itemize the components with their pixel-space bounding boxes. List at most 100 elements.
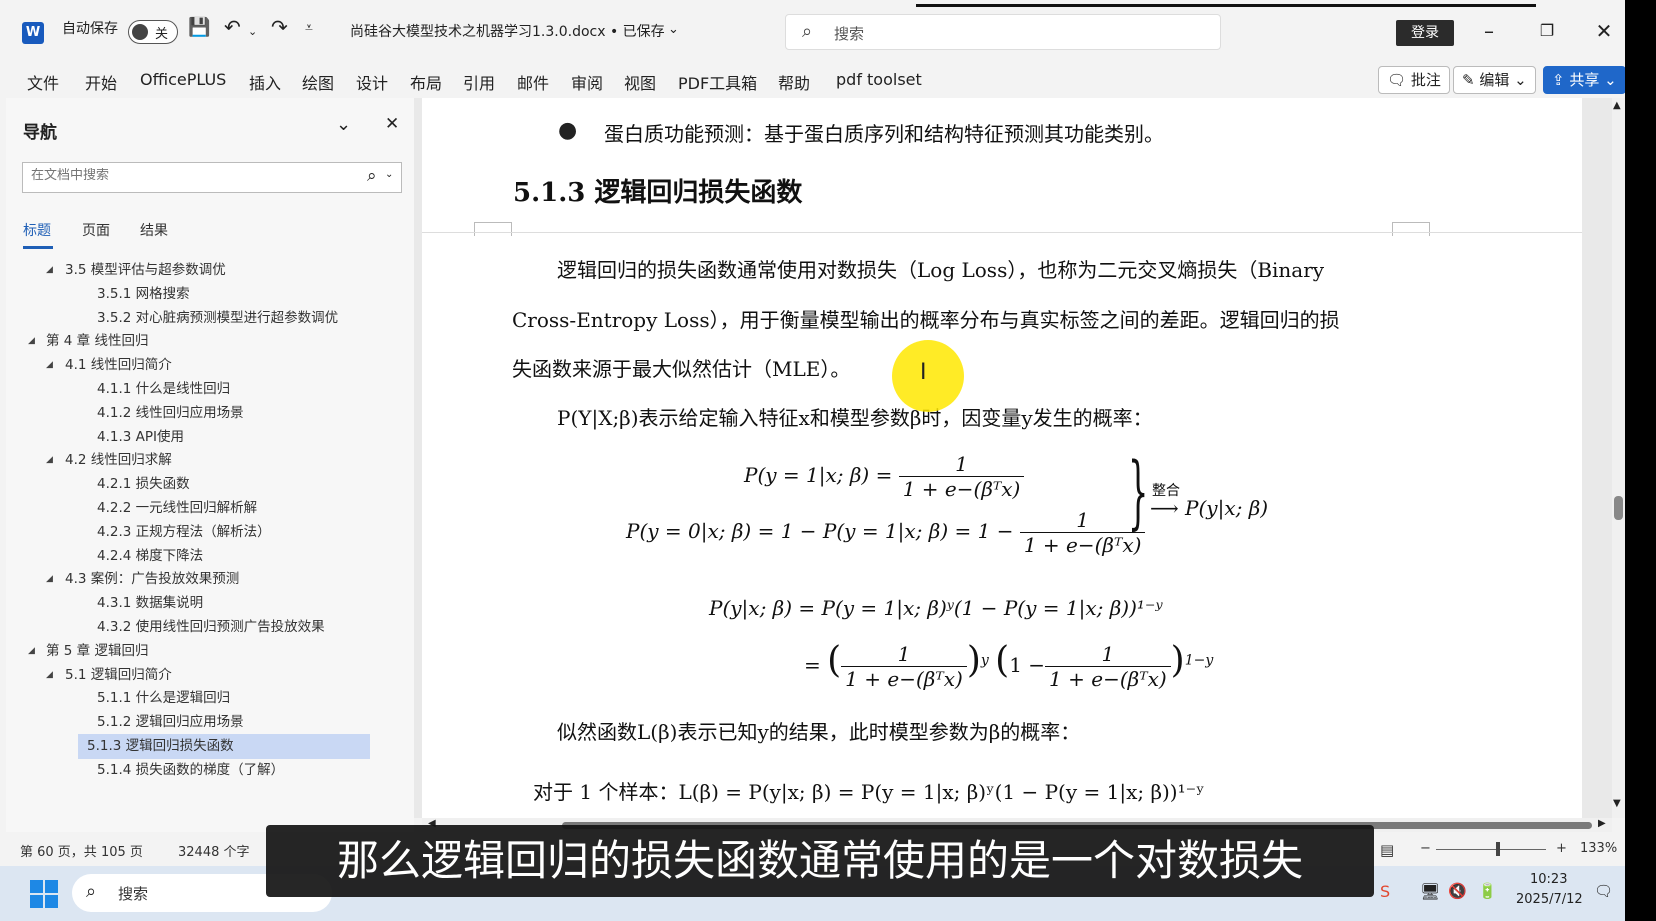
nav-heading-item[interactable]: 4.2.4 梯度下降法 xyxy=(6,544,396,569)
customize-toolbar-icon[interactable]: ⩡ xyxy=(305,20,313,36)
nav-heading-label: 4.1 线性回归简介 xyxy=(65,357,172,374)
edit-button[interactable]: ✎ 编辑 ⌄ xyxy=(1453,66,1536,94)
zoom-out-icon[interactable]: − xyxy=(1420,841,1431,856)
nav-heading-item[interactable]: ◢ 5.1 逻辑回归简介 xyxy=(6,663,396,688)
nav-search-field[interactable]: ⌕ ⌄ xyxy=(22,162,402,193)
top-edge-line xyxy=(916,4,1536,7)
undo-icon[interactable]: ↶ xyxy=(224,15,241,39)
volume-muted-icon[interactable]: 🔇 xyxy=(1448,882,1467,900)
windows-start-icon[interactable] xyxy=(30,880,58,908)
expand-caret-icon[interactable]: ◢ xyxy=(28,639,35,664)
nav-tab-results[interactable]: 结果 xyxy=(140,220,168,240)
nav-heading-item[interactable]: 4.1.2 线性回归应用场景 xyxy=(6,401,396,426)
page-info[interactable]: 第 60 页，共 105 页 xyxy=(20,841,143,860)
tab-mailings[interactable]: 邮件 xyxy=(517,70,549,94)
nav-heading-item[interactable]: ◢ 4.1 线性回归简介 xyxy=(6,353,396,378)
autosave-toggle[interactable]: 关 xyxy=(128,20,178,44)
nav-tab-headings[interactable]: 标题 xyxy=(23,220,51,240)
nav-heading-item[interactable]: 3.5.2 对心脏病预测模型进行超参数调优 xyxy=(6,306,396,331)
nav-heading-item[interactable]: 4.2.2 一元线性回归解析解 xyxy=(6,496,396,521)
clock-time[interactable]: 10:23 xyxy=(1530,872,1567,887)
tab-pdf-toolbox[interactable]: PDF工具箱 xyxy=(678,70,757,94)
scroll-down-icon[interactable]: ▼ xyxy=(1613,798,1621,809)
search-options-chevron-icon[interactable]: ⌄ xyxy=(385,169,393,180)
nav-heading-item[interactable]: 3.5.1 网格搜索 xyxy=(6,282,396,307)
undo-dropdown-icon[interactable]: ⌄ xyxy=(248,25,257,38)
nav-options-chevron-icon[interactable]: ⌄ xyxy=(336,114,351,135)
tab-design[interactable]: 设计 xyxy=(356,70,388,94)
tab-layout[interactable]: 布局 xyxy=(410,70,442,94)
document-title[interactable]: 尚硅谷大模型技术之机器学习1.3.0.docx • 已保存 xyxy=(350,21,665,41)
tab-pdf-toolset[interactable]: pdf toolset xyxy=(836,70,922,89)
section-heading: 5.1.3 逻辑回归损失函数 xyxy=(513,178,803,208)
nav-heading-item[interactable]: ◢ 第 5 章 逻辑回归 xyxy=(6,639,396,664)
share-button[interactable]: ⇪ 共享 ⌄ xyxy=(1543,66,1626,94)
tab-officeplus[interactable]: OfficePLUS xyxy=(140,70,226,89)
nav-tab-pages[interactable]: 页面 xyxy=(82,220,110,240)
nav-search-input[interactable] xyxy=(31,168,351,183)
zoom-slider-thumb[interactable] xyxy=(1496,842,1500,856)
tab-home[interactable]: 开始 xyxy=(85,70,117,94)
bullet-icon: ● xyxy=(558,118,578,143)
search-box[interactable]: ⌕ 搜索 xyxy=(785,14,1221,50)
nav-heading-item[interactable]: 5.1.3 逻辑回归损失函数 xyxy=(78,734,370,759)
vertical-scroll-thumb[interactable] xyxy=(1614,496,1623,520)
restore-icon[interactable]: ❐ xyxy=(1532,16,1562,46)
pencil-icon: ✎ xyxy=(1462,71,1480,89)
expand-caret-icon[interactable]: ◢ xyxy=(46,258,53,283)
nav-heading-item[interactable]: ◢ 第 4 章 线性回归 xyxy=(6,329,396,354)
scroll-up-icon[interactable]: ▲ xyxy=(1613,100,1621,111)
tab-review[interactable]: 审阅 xyxy=(571,70,603,94)
close-icon[interactable]: ✕ xyxy=(1589,16,1619,46)
nav-heading-item[interactable]: 5.1.4 损失函数的梯度（了解） xyxy=(6,758,396,783)
nav-heading-item[interactable]: 4.3.2 使用线性回归预测广告投放效果 xyxy=(6,615,396,640)
battery-icon[interactable]: 🔋 xyxy=(1478,882,1497,900)
zoom-in-icon[interactable]: + xyxy=(1556,841,1567,856)
nav-heading-item[interactable]: 5.1.1 什么是逻辑回归 xyxy=(6,686,396,711)
expand-caret-icon[interactable]: ◢ xyxy=(46,448,53,473)
tab-draw[interactable]: 绘图 xyxy=(302,70,334,94)
focus-mode-icon[interactable]: ▤ xyxy=(1380,841,1394,859)
nav-close-icon[interactable]: ✕ xyxy=(385,114,399,134)
search-icon: ⌕ xyxy=(802,21,813,42)
nav-heading-item[interactable]: 4.2.1 损失函数 xyxy=(6,472,396,497)
word-count[interactable]: 32448 个字 xyxy=(178,841,250,860)
zoom-level[interactable]: 133% xyxy=(1580,841,1617,856)
combine-result: ⟶ P(y|x; β) xyxy=(1150,496,1269,520)
clock-date[interactable]: 2025/7/12 xyxy=(1516,892,1583,907)
nav-heading-item[interactable]: 4.1.1 什么是线性回归 xyxy=(6,377,396,402)
tab-file[interactable]: 文件 xyxy=(27,70,59,94)
ime-icon[interactable]: S xyxy=(1380,882,1390,901)
title-dropdown-icon[interactable]: ⌄ xyxy=(668,22,679,37)
scroll-right-icon[interactable]: ▶ xyxy=(1598,818,1606,829)
nav-heading-item[interactable]: 4.1.3 API使用 xyxy=(6,425,396,450)
expand-caret-icon[interactable]: ◢ xyxy=(46,567,53,592)
tab-view[interactable]: 视图 xyxy=(624,70,656,94)
expand-caret-icon[interactable]: ◢ xyxy=(46,663,53,688)
redo-icon[interactable]: ↷ xyxy=(271,15,288,39)
tab-insert[interactable]: 插入 xyxy=(249,70,281,94)
zoom-slider[interactable] xyxy=(1436,849,1546,850)
nav-heading-item[interactable]: ◢ 3.5 模型评估与超参数调优 xyxy=(6,258,396,283)
nav-heading-item[interactable]: ◢ 4.3 案例：广告投放效果预测 xyxy=(6,567,396,592)
comment-button[interactable]: 🗨 批注 xyxy=(1378,66,1450,94)
nav-heading-label: 4.1.2 线性回归应用场景 xyxy=(97,404,244,421)
search-icon[interactable]: ⌕ xyxy=(367,166,377,186)
nav-heading-item[interactable]: ◢ 4.2 线性回归求解 xyxy=(6,448,396,473)
nav-heading-item[interactable]: 4.3.1 数据集说明 xyxy=(6,591,396,616)
nav-heading-label: 4.2.3 正规方程法（解析法） xyxy=(97,523,271,540)
expand-caret-icon[interactable]: ◢ xyxy=(46,353,53,378)
tab-help[interactable]: 帮助 xyxy=(778,70,810,94)
vertical-scrollbar[interactable]: ▲ ▼ xyxy=(1612,98,1625,818)
nav-heading-label: 5.1.1 什么是逻辑回归 xyxy=(97,690,231,707)
expand-caret-icon[interactable]: ◢ xyxy=(28,329,35,354)
nav-heading-item[interactable]: 5.1.2 逻辑回归应用场景 xyxy=(6,710,396,735)
tab-references[interactable]: 引用 xyxy=(463,70,495,94)
title-bar: W 自动保存 关 💾 ↶ ⌄ ↷ ⩡ 尚硅谷大模型技术之机器学习1.3.0.do… xyxy=(0,0,1625,60)
login-button[interactable]: 登录 xyxy=(1396,20,1454,46)
network-icon[interactable]: 🖥 xyxy=(1420,882,1440,901)
notification-icon[interactable]: 🗨 xyxy=(1594,882,1613,900)
save-icon[interactable]: 💾 xyxy=(188,17,210,38)
nav-heading-item[interactable]: 4.2.3 正规方程法（解析法） xyxy=(6,520,396,545)
minimize-icon[interactable]: – xyxy=(1474,16,1504,46)
